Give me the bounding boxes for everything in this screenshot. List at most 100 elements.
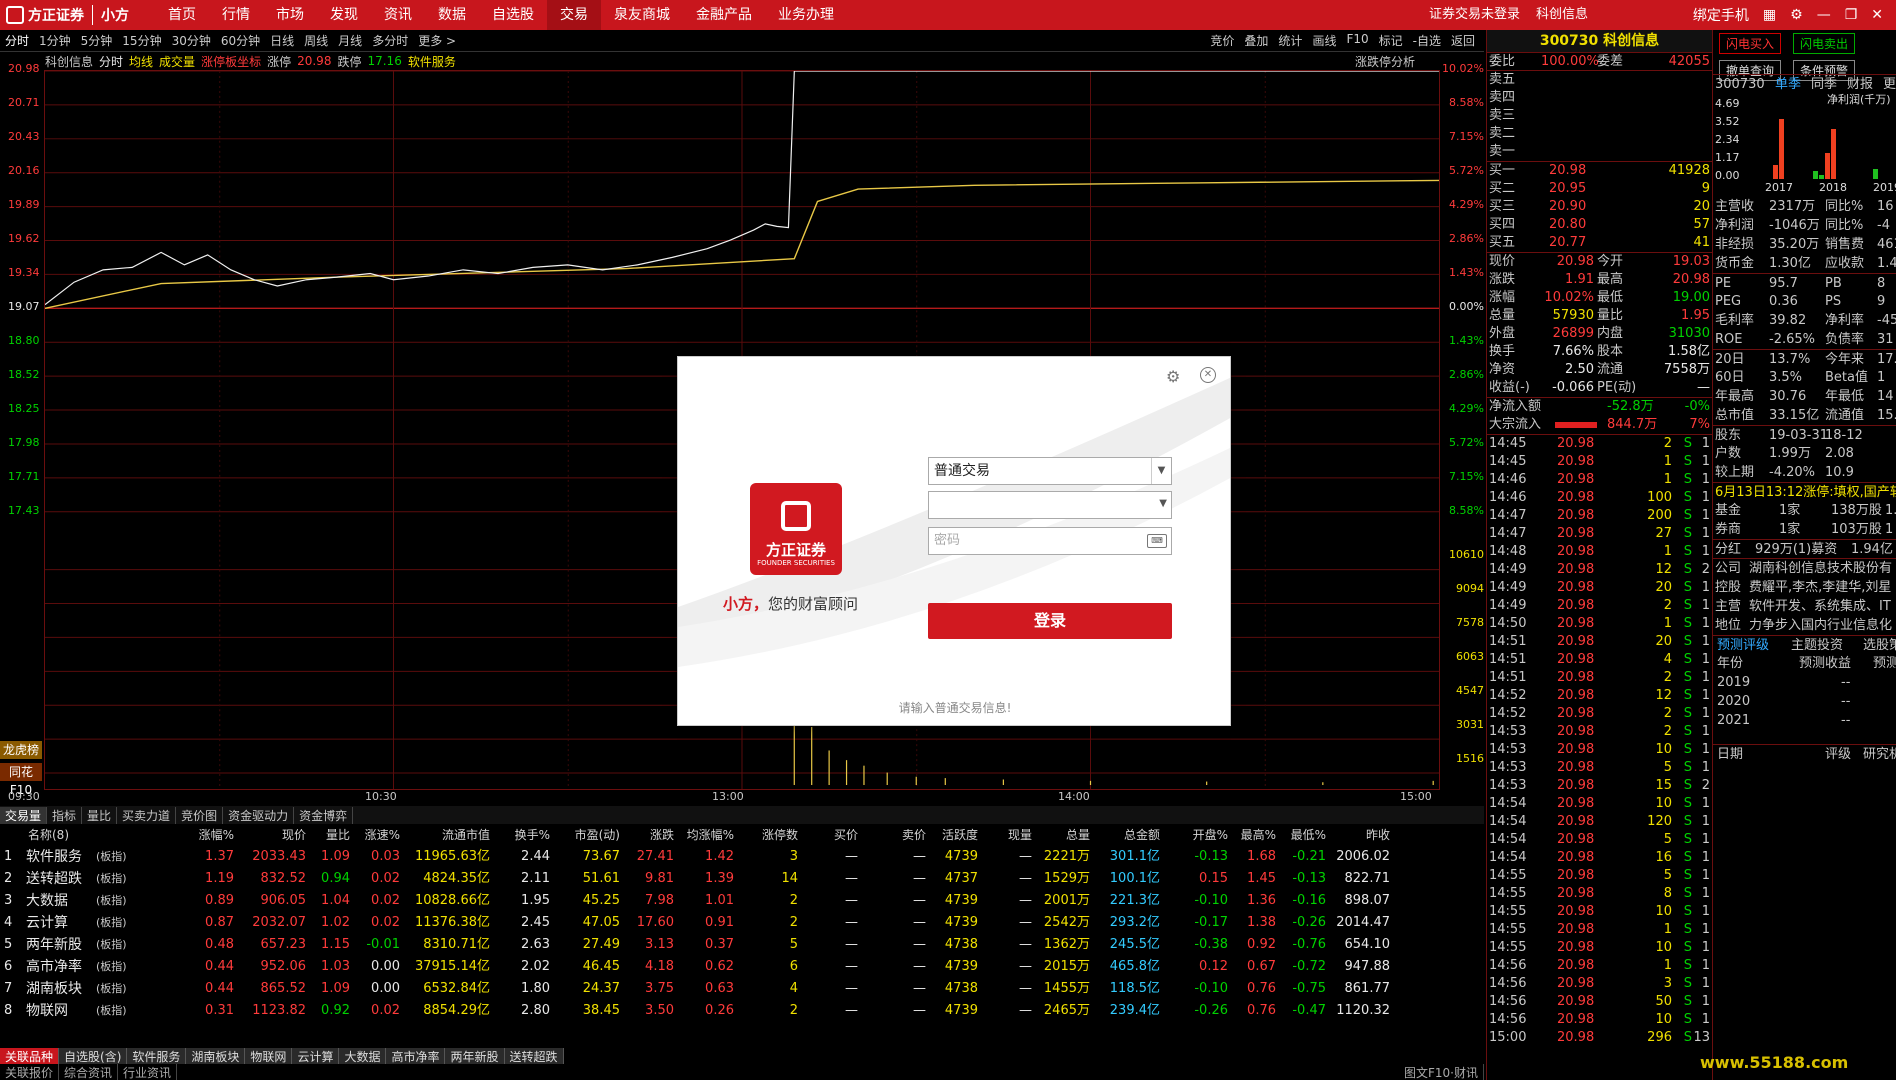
- company-value[interactable]: 力争步入国内行业信息化: [1749, 616, 1892, 635]
- period-9[interactable]: 多分时: [367, 32, 413, 49]
- bottom-subtab-0[interactable]: 关联报价: [0, 1064, 60, 1080]
- col-header[interactable]: 活跃度: [942, 824, 978, 846]
- company-value[interactable]: 软件开发、系统集成、IT: [1749, 597, 1891, 616]
- col-header[interactable]: 总量: [1066, 824, 1090, 846]
- col-header[interactable]: 开盘%: [1193, 824, 1228, 846]
- dragon-tiger-badge[interactable]: 龙虎榜: [0, 741, 42, 759]
- dialog-close-icon[interactable]: ✕: [1200, 367, 1216, 383]
- table-row[interactable]: 8 物联网 (板指) 0.31 1123.82 0.92 0.02 8854.29亿 2.80 3…: [0, 1000, 1484, 1022]
- col-header[interactable]: 均涨幅%: [687, 824, 734, 846]
- settings-icon[interactable]: ⚙: [1166, 367, 1180, 386]
- bottom-subtab-1[interactable]: 综合资讯: [59, 1064, 119, 1080]
- chevron-down-icon[interactable]: ▼: [1151, 458, 1171, 484]
- period-5[interactable]: 60分钟: [216, 32, 265, 49]
- period-1[interactable]: 1分钟: [34, 32, 76, 49]
- col-header[interactable]: 名称(8): [28, 824, 69, 846]
- period-7[interactable]: 周线: [299, 32, 333, 49]
- trade-login-status[interactable]: 证券交易未登录: [1421, 0, 1528, 30]
- tool-7[interactable]: 返回: [1446, 32, 1480, 49]
- period-6[interactable]: 日线: [265, 32, 299, 49]
- sell-level[interactable]: 卖三: [1487, 107, 1712, 125]
- sector-label[interactable]: 软件服务: [405, 53, 459, 70]
- sell-level[interactable]: 卖四: [1487, 89, 1712, 107]
- col-header[interactable]: 流通市值: [442, 824, 490, 846]
- sell-level[interactable]: 卖一: [1487, 143, 1712, 161]
- period-3[interactable]: 15分钟: [117, 32, 166, 49]
- table-row[interactable]: 4 云计算 (板指) 0.87 2032.07 1.02 0.02 11376.38亿 2.45…: [0, 912, 1484, 934]
- tab-strategy[interactable]: 选股策略: [1863, 636, 1896, 655]
- col-header[interactable]: 涨幅%: [199, 824, 234, 846]
- keyboard-icon[interactable]: ⌨: [1147, 534, 1167, 548]
- tool-1[interactable]: 叠加: [1239, 32, 1273, 49]
- subtab-4[interactable]: 竞价图: [176, 806, 224, 824]
- col-header[interactable]: 买价: [834, 824, 858, 846]
- bottom-tab-1[interactable]: 自选股(含): [59, 1048, 128, 1064]
- col-header[interactable]: 现量: [1008, 824, 1032, 846]
- nav-item-2[interactable]: 市场: [263, 0, 317, 30]
- table-row[interactable]: 6 高市净率 (板指) 0.44 952.06 1.03 0.00 37915.14亿 2.02…: [0, 956, 1484, 978]
- nav-item-4[interactable]: 资讯: [371, 0, 425, 30]
- sell-level[interactable]: 卖二: [1487, 125, 1712, 143]
- col-header[interactable]: 涨跌: [650, 824, 674, 846]
- buy-level[interactable]: 买三 20.90 20: [1487, 198, 1712, 216]
- table-row[interactable]: 7 湖南板块 (板指) 0.44 865.52 1.09 0.00 6532.84亿 1.80 2…: [0, 978, 1484, 1000]
- nav-item-0[interactable]: 首页: [155, 0, 209, 30]
- col-header[interactable]: 换手%: [515, 824, 550, 846]
- buy-level[interactable]: 买四 20.80 57: [1487, 216, 1712, 234]
- col-header[interactable]: 市盈(动): [575, 824, 620, 846]
- col-header[interactable]: 涨停数: [762, 824, 798, 846]
- tool-0[interactable]: 竞价: [1205, 32, 1239, 49]
- tool-2[interactable]: 统计: [1273, 32, 1307, 49]
- news-text[interactable]: 6月13日13:12涨停:填权,国产软: [1715, 483, 1896, 502]
- bottom-tab-4[interactable]: 物联网: [245, 1048, 293, 1064]
- col-header[interactable]: 总金额: [1124, 824, 1160, 846]
- flash-sell-button[interactable]: 闪电卖出: [1793, 33, 1856, 54]
- close-icon[interactable]: ✕: [1864, 7, 1890, 23]
- tool-4[interactable]: F10: [1341, 32, 1373, 49]
- nav-item-3[interactable]: 发现: [317, 0, 371, 30]
- bottom-tab-7[interactable]: 高市净率: [386, 1048, 446, 1064]
- bottom-subtab-2[interactable]: 行业资讯: [118, 1064, 178, 1080]
- maximize-icon[interactable]: ❐: [1838, 7, 1865, 23]
- nav-item-5[interactable]: 数据: [425, 0, 479, 30]
- minimize-icon[interactable]: —: [1810, 7, 1838, 23]
- subtab-2[interactable]: 量比: [82, 806, 118, 824]
- col-header[interactable]: 涨速%: [365, 824, 400, 846]
- login-button[interactable]: 登录: [928, 603, 1172, 639]
- tab-quarter[interactable]: 单季: [1775, 75, 1801, 94]
- f10-status[interactable]: 图文F10·财讯: [1399, 1064, 1484, 1080]
- period-4[interactable]: 30分钟: [167, 32, 216, 49]
- nav-item-9[interactable]: 金融产品: [683, 0, 765, 30]
- col-header[interactable]: 最低%: [1291, 824, 1326, 846]
- tab-same-quarter[interactable]: 同季: [1811, 75, 1837, 94]
- table-row[interactable]: 5 两年新股 (板指) 0.48 657.23 1.15 -0.01 8310.71亿 2.63…: [0, 934, 1484, 956]
- period-0[interactable]: 分时: [0, 32, 34, 49]
- tab-more[interactable]: 更多: [1883, 75, 1896, 94]
- tab-report[interactable]: 财报: [1847, 75, 1873, 94]
- limit-analysis-button[interactable]: 涨跌停分析: [1352, 53, 1418, 70]
- bind-phone-link[interactable]: 绑定手机: [1686, 5, 1756, 25]
- company-value[interactable]: 湖南科创信息技术股份有: [1749, 559, 1892, 578]
- news-row[interactable]: 6月13日13:12涨停:填权,国产软: [1713, 482, 1896, 501]
- subtab-1[interactable]: 指标: [47, 806, 83, 824]
- company-value[interactable]: 费耀平,李杰,李建华,刘星: [1749, 578, 1891, 597]
- period-2[interactable]: 5分钟: [76, 32, 118, 49]
- f10-badge[interactable]: 同花F10: [0, 763, 42, 797]
- tool-3[interactable]: 画线: [1307, 32, 1341, 49]
- col-header[interactable]: 现价: [282, 824, 306, 846]
- subtab-5[interactable]: 资金驱动力: [223, 806, 295, 824]
- table-row[interactable]: 2 送转超跌 (板指) 1.19 832.52 0.94 0.02 4824.35亿 2.11 5…: [0, 868, 1484, 890]
- grid-icon[interactable]: ▦: [1756, 7, 1783, 23]
- tool-5[interactable]: 标记: [1374, 32, 1408, 49]
- buy-level[interactable]: 买二 20.95 9: [1487, 180, 1712, 198]
- bottom-tab-6[interactable]: 大数据: [339, 1048, 387, 1064]
- nav-item-8[interactable]: 泉友商城: [601, 0, 683, 30]
- subtab-6[interactable]: 资金博弈: [294, 806, 354, 824]
- table-row[interactable]: 3 大数据 (板指) 0.89 906.05 1.04 0.02 10828.66亿 1.95 4…: [0, 890, 1484, 912]
- bottom-tab-9[interactable]: 送转超跌: [504, 1048, 564, 1064]
- chevron-down-icon[interactable]: ▼: [1159, 498, 1167, 509]
- limit-axis-label[interactable]: 涨停板坐标: [198, 53, 264, 70]
- period-8[interactable]: 月线: [333, 32, 367, 49]
- nav-item-7[interactable]: 交易: [547, 0, 601, 30]
- buy-level[interactable]: 买一 20.98 41928: [1487, 162, 1712, 180]
